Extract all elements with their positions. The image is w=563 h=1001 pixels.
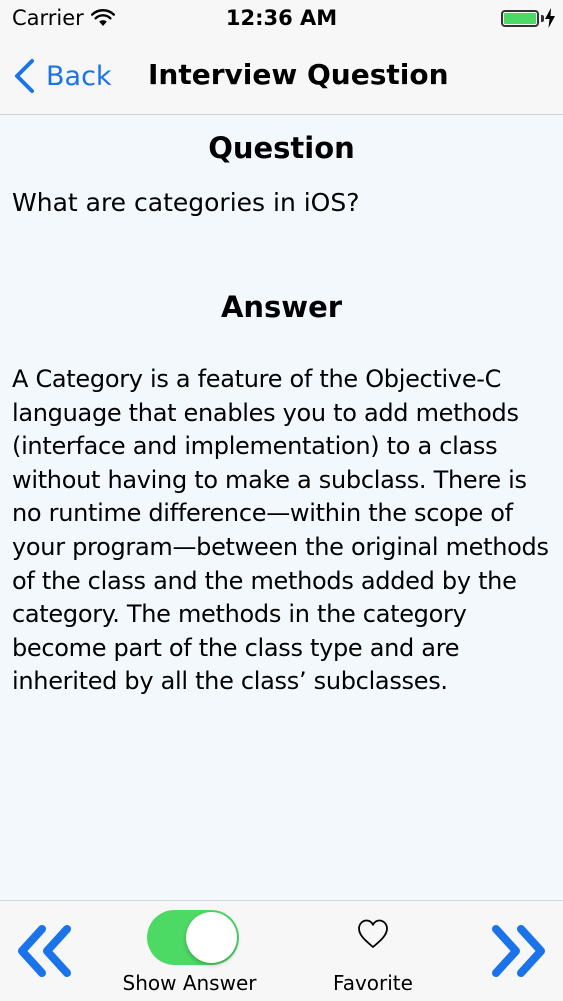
heart-outline-icon (358, 919, 388, 948)
battery-icon (501, 10, 539, 27)
bottom-toolbar: Show Answer Favorite (0, 900, 563, 1001)
back-label: Back (46, 60, 112, 92)
question-heading: Question (208, 131, 355, 165)
chevron-left-icon (15, 59, 34, 93)
top-bar: Carrier 12:36 AM Back Interview Question (0, 0, 563, 115)
answer-text: A Category is a feature of the Objective… (12, 365, 549, 696)
status-bar: Carrier 12:36 AM (0, 0, 563, 38)
page-title: Interview Question (148, 58, 449, 91)
double-chevron-left-icon (18, 925, 71, 977)
toggle-knob (186, 912, 237, 963)
next-question-button[interactable] (489, 923, 551, 979)
favorite-label: Favorite (333, 971, 413, 995)
battery-tip (541, 15, 544, 22)
question-text: What are categories in iOS? (12, 188, 360, 217)
show-answer-label: Show Answer (122, 971, 257, 995)
navigation-bar: Back Interview Question (0, 38, 563, 114)
battery-level (504, 13, 536, 24)
favorite-button[interactable]: Favorite (330, 913, 416, 997)
show-answer-toggle[interactable] (147, 910, 239, 965)
previous-question-button[interactable] (12, 923, 74, 979)
status-time: 12:36 AM (225, 6, 338, 30)
charging-bolt-icon (545, 8, 555, 28)
back-button[interactable]: Back (12, 54, 112, 98)
double-chevron-right-icon (492, 925, 545, 977)
answer-heading: Answer (220, 290, 343, 324)
